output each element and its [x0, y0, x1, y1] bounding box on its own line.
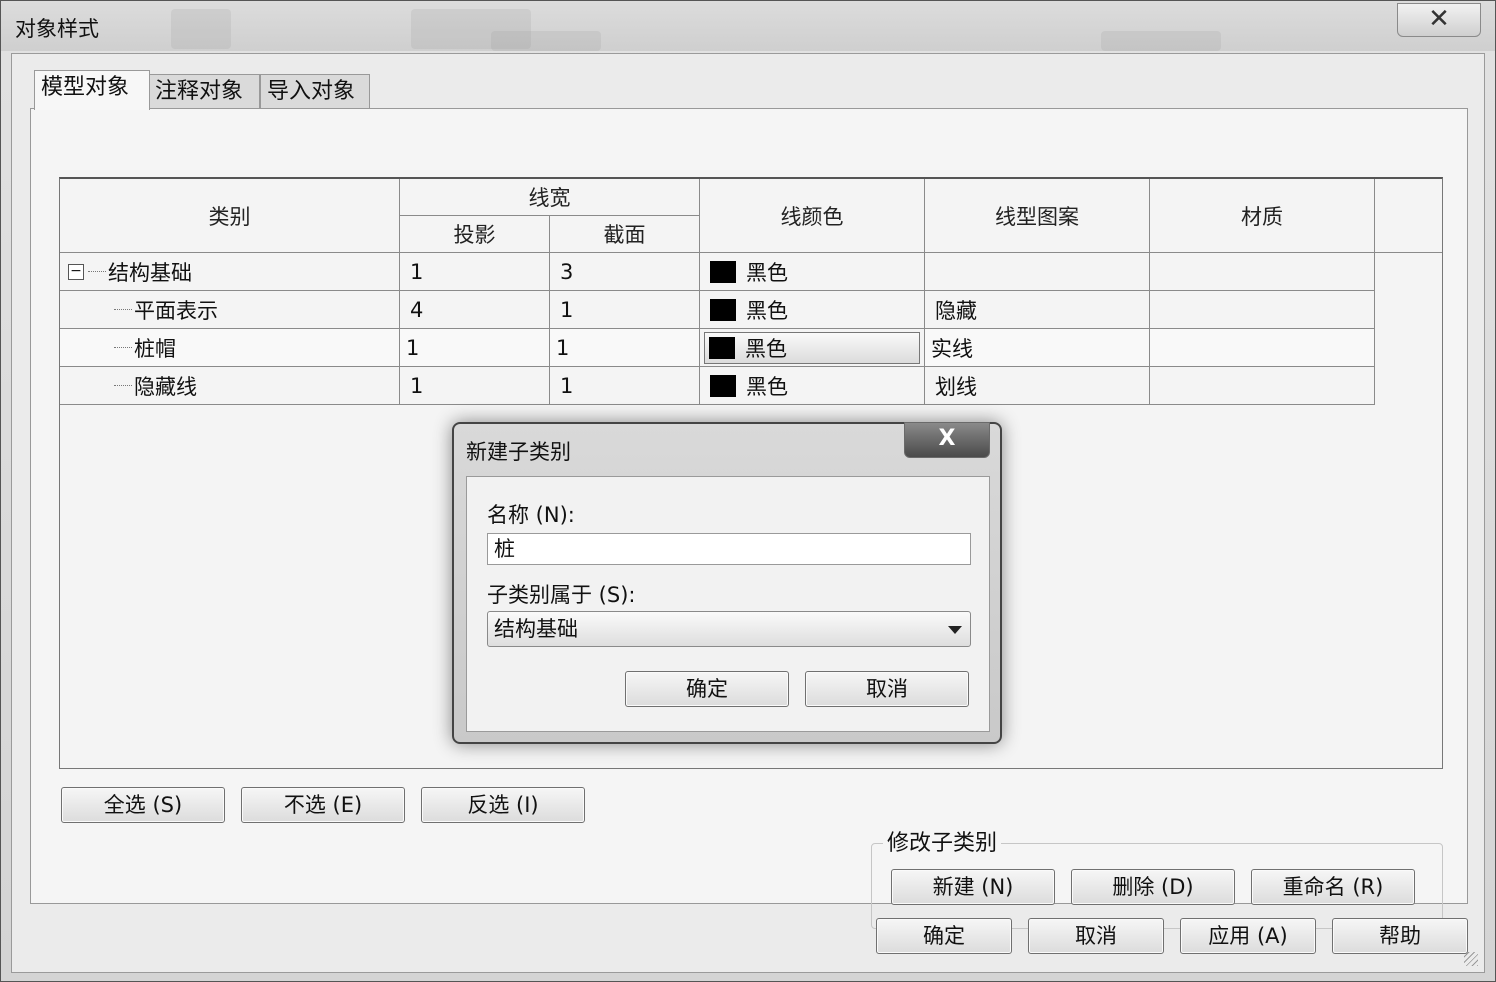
material-cell[interactable]: [1150, 329, 1375, 367]
new-subcategory-button[interactable]: 新建 (N): [891, 869, 1055, 905]
tree-connector: [114, 347, 132, 348]
rename-subcategory-button[interactable]: 重命名 (R): [1251, 869, 1415, 905]
header-line-weight: 线宽: [400, 179, 700, 216]
new-subcategory-dialog: 新建子类别 X 名称 (N): 桩 子类别属于 (S): 结构基础 确定 取消: [452, 422, 1002, 744]
header-material[interactable]: 材质: [1150, 179, 1375, 253]
material-cell[interactable]: [1150, 253, 1375, 291]
header-filler: [1375, 179, 1442, 253]
category-cell: 隐藏线: [60, 367, 400, 405]
dialog-ok-button[interactable]: 确定: [625, 671, 789, 707]
select-none-button[interactable]: 不选 (E): [241, 787, 405, 823]
cancel-button[interactable]: 取消: [1028, 918, 1164, 954]
parent-category-value: 结构基础: [494, 617, 578, 641]
projection-cell[interactable]: 1: [400, 367, 550, 405]
line-pattern-cell[interactable]: [925, 253, 1150, 291]
line-color-cell[interactable]: 黑色: [700, 329, 925, 367]
select-all-button[interactable]: 全选 (S): [61, 787, 225, 823]
color-name: 黑色: [746, 260, 788, 285]
projection-cell[interactable]: 1: [400, 253, 550, 291]
color-swatch: [710, 298, 736, 321]
parent-category-label: 子类别属于 (S):: [487, 583, 636, 607]
category-cell: − 结构基础: [60, 253, 400, 291]
tab-model-objects[interactable]: 模型对象: [34, 70, 150, 110]
dialog-title: 新建子类别: [466, 440, 571, 464]
background-blur: [1101, 31, 1221, 51]
category-name: 结构基础: [108, 260, 192, 285]
close-button[interactable]: ✕: [1397, 3, 1481, 37]
cut-cell[interactable]: 1: [550, 291, 700, 329]
tab-imported-objects[interactable]: 导入对象: [260, 74, 370, 108]
line-color-cell[interactable]: 黑色: [700, 253, 925, 291]
dialog-body: 名称 (N): 桩 子类别属于 (S): 结构基础 确定 取消: [466, 476, 990, 732]
cut-cell[interactable]: 1: [550, 329, 700, 367]
cut-cell[interactable]: 1: [550, 367, 700, 405]
name-input[interactable]: 桩: [487, 533, 971, 565]
help-button[interactable]: 帮助: [1332, 918, 1468, 954]
parent-category-select[interactable]: 结构基础: [487, 611, 971, 647]
material-cell[interactable]: [1150, 291, 1375, 329]
dialog-close-button[interactable]: X: [904, 422, 990, 458]
delete-subcategory-button[interactable]: 删除 (D): [1071, 869, 1235, 905]
tree-connector: [114, 385, 132, 386]
tree-connector: [114, 309, 132, 310]
line-color-cell[interactable]: 黑色: [700, 291, 925, 329]
name-label: 名称 (N):: [487, 503, 575, 527]
resize-grip-icon[interactable]: [1464, 952, 1478, 966]
color-swatch: [710, 260, 736, 283]
collapse-icon[interactable]: −: [68, 263, 84, 280]
line-color-cell[interactable]: 黑色: [700, 367, 925, 405]
color-swatch: [710, 374, 736, 397]
line-pattern-cell[interactable]: 划线: [925, 367, 1150, 405]
apply-button[interactable]: 应用 (A): [1180, 918, 1316, 954]
color-name: 黑色: [745, 336, 787, 361]
line-pattern-cell[interactable]: 隐藏: [925, 291, 1150, 329]
tree-connector: [88, 271, 106, 272]
projection-cell[interactable]: 4: [400, 291, 550, 329]
header-line-pattern[interactable]: 线型图案: [925, 179, 1150, 253]
header-line-color[interactable]: 线颜色: [700, 179, 925, 253]
category-name: 隐藏线: [134, 374, 197, 399]
background-blur: [171, 9, 231, 49]
line-color-picker-button[interactable]: 黑色: [704, 331, 920, 364]
ok-button[interactable]: 确定: [876, 918, 1012, 954]
category-name: 平面表示: [134, 298, 218, 323]
color-swatch: [709, 336, 735, 359]
tab-annotation-objects[interactable]: 注释对象: [148, 74, 260, 108]
category-cell: 桩帽: [60, 329, 400, 367]
background-blur: [491, 31, 601, 51]
color-name: 黑色: [746, 298, 788, 323]
material-cell[interactable]: [1150, 367, 1375, 405]
color-name: 黑色: [746, 374, 788, 399]
header-projection[interactable]: 投影: [400, 216, 550, 253]
category-name: 桩帽: [134, 336, 176, 361]
title-bar: 对象样式 ✕: [1, 1, 1495, 51]
header-cut[interactable]: 截面: [550, 216, 700, 253]
cut-cell[interactable]: 3: [550, 253, 700, 291]
invert-selection-button[interactable]: 反选 (I): [421, 787, 585, 823]
dropdown-arrow-icon: [948, 626, 962, 634]
projection-cell[interactable]: 1: [400, 329, 550, 367]
category-cell: 平面表示: [60, 291, 400, 329]
dialog-cancel-button[interactable]: 取消: [805, 671, 969, 707]
line-pattern-cell[interactable]: 实线: [925, 329, 1150, 367]
header-category[interactable]: 类别: [60, 179, 400, 253]
window-title: 对象样式: [15, 17, 99, 41]
modify-subcategories-title: 修改子类别: [883, 825, 1002, 857]
